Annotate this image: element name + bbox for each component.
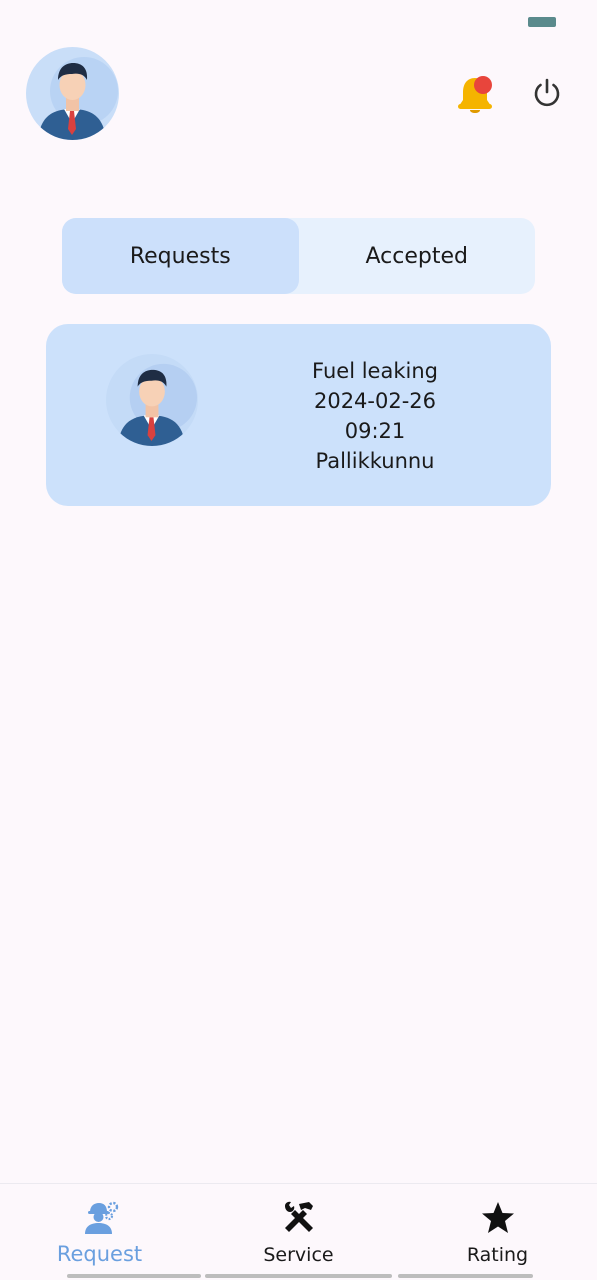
- businessman-avatar-icon: [26, 47, 119, 140]
- nav-indicator: [205, 1274, 392, 1278]
- request-title: Fuel leaking: [312, 359, 438, 383]
- battery-icon: [528, 17, 556, 27]
- request-time: 09:21: [344, 419, 406, 443]
- nav-rating-label: Rating: [466, 1244, 529, 1266]
- bottom-navigation: Request Service Rating: [0, 1183, 597, 1280]
- notification-badge-icon: [474, 76, 492, 94]
- request-location: Pallikkunnu: [315, 449, 435, 473]
- request-card[interactable]: Fuel leaking 2024-02-26 09:21 Pallikkunn…: [46, 324, 551, 506]
- nav-request-label: Request: [56, 1242, 143, 1266]
- tab-accepted[interactable]: Accepted: [299, 218, 536, 294]
- request-tabs: Requests Accepted: [62, 218, 535, 294]
- nav-request[interactable]: Request: [0, 1184, 201, 1280]
- nav-service-label: Service: [263, 1244, 334, 1266]
- tab-accepted-label: Accepted: [365, 243, 468, 269]
- requester-avatar: [106, 354, 198, 446]
- tab-requests-label: Requests: [129, 243, 231, 269]
- tools-icon: [284, 1201, 313, 1232]
- nav-indicator: [398, 1274, 533, 1278]
- request-date: 2024-02-26: [313, 389, 437, 413]
- star-icon: [481, 1202, 514, 1233]
- status-bar: [0, 0, 597, 40]
- request-details: Fuel leaking 2024-02-26 09:21 Pallikkunn…: [266, 356, 484, 476]
- nav-rating[interactable]: Rating: [398, 1184, 597, 1280]
- nav-service[interactable]: Service: [199, 1184, 398, 1280]
- nav-indicator: [67, 1274, 201, 1278]
- tab-requests[interactable]: Requests: [62, 218, 299, 294]
- notification-button[interactable]: [455, 72, 497, 116]
- businessman-avatar-icon: [106, 354, 198, 446]
- profile-avatar[interactable]: [26, 47, 119, 140]
- mechanic-icon: [84, 1201, 118, 1234]
- logout-button[interactable]: [530, 76, 564, 110]
- power-icon: [534, 78, 560, 107]
